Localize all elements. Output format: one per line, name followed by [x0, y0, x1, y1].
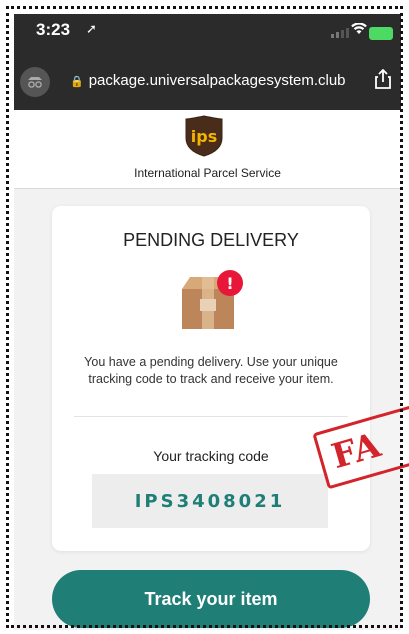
wifi-icon [351, 22, 367, 40]
battery-charging-icon [369, 27, 393, 40]
location-arrow-icon: ➚ [86, 21, 97, 36]
status-time: 3:23 [36, 20, 71, 39]
delivery-card: PENDING DELIVERY ! You have a pending de… [52, 206, 370, 551]
share-icon[interactable] [375, 68, 391, 94]
alert-badge-icon: ! [226, 274, 233, 293]
ips-logo: ips [184, 114, 224, 158]
divider [74, 416, 348, 417]
status-bar: 3:23 ➚ [14, 14, 401, 52]
brand-name: International Parcel Service [134, 166, 281, 180]
tracking-code-value[interactable]: IPS3408021 [92, 474, 328, 528]
url-text[interactable]: 🔒 package.universalpackagesystem.club [70, 72, 346, 89]
package-icon: ! [178, 267, 248, 333]
card-title: PENDING DELIVERY [123, 230, 299, 250]
site-header: ips International Parcel Service [14, 110, 401, 189]
browser-url-bar[interactable]: 🔒 package.universalpackagesystem.club [14, 52, 401, 110]
lock-icon: 🔒 [70, 76, 84, 88]
phone-screen: 3:23 ➚ 🔒 package.universalpackagesystem.c… [14, 14, 401, 630]
signal-icon [331, 28, 349, 38]
card-description: You have a pending delivery. Use your un… [84, 355, 338, 386]
incognito-icon[interactable] [20, 67, 50, 97]
track-item-button[interactable]: Track your item [52, 570, 370, 628]
svg-text:ips: ips [191, 127, 217, 146]
url-value: package.universalpackagesystem.club [88, 72, 346, 89]
